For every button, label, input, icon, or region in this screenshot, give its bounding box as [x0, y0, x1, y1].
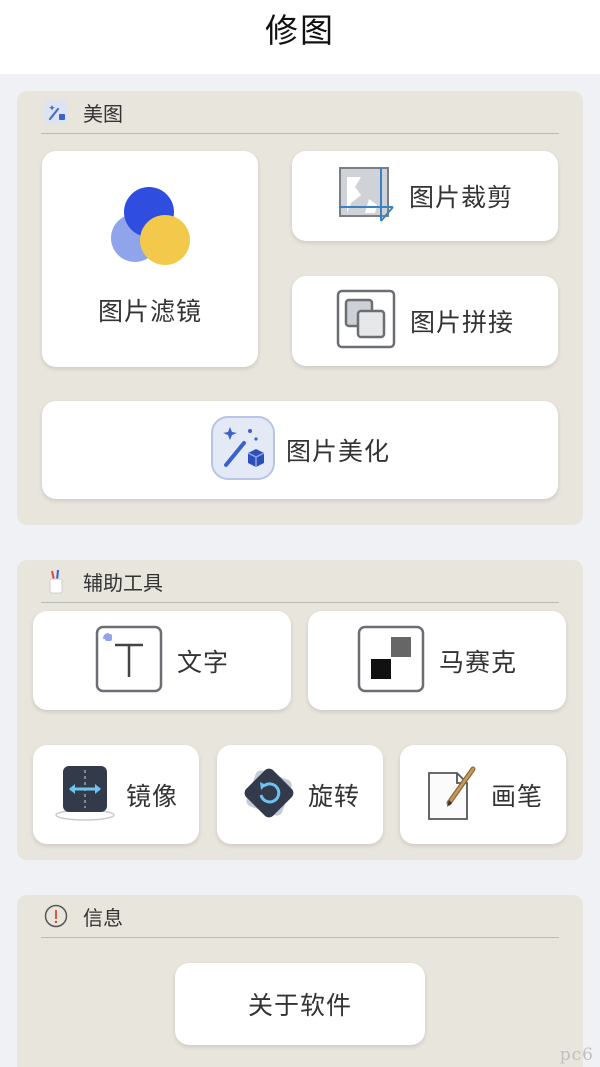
mosaic-tool-button[interactable]: 马赛克: [308, 611, 566, 710]
magic-wand-icon: [43, 99, 69, 125]
info-icon: [43, 903, 69, 929]
image-splice-label: 图片拼接: [409, 308, 514, 337]
title-bar: 修图: [0, 0, 600, 74]
tools-section-header: 辅助工具: [41, 560, 559, 603]
image-enhance-button[interactable]: 图片美化: [42, 401, 558, 499]
about-software-label: 关于软件: [247, 991, 352, 1020]
image-splice-button[interactable]: 图片拼接: [292, 276, 558, 366]
brush-tool-button[interactable]: 画笔: [400, 745, 566, 844]
watermark-logo: pc6: [559, 1045, 594, 1065]
brush-tool-label: 画笔: [490, 781, 543, 811]
page-title: 修图: [265, 11, 335, 50]
beautify-section-title: 美图: [83, 101, 123, 126]
info-section-title: 信息: [83, 905, 123, 930]
pencil-cup-icon: [43, 568, 69, 594]
info-section: 信息 关于软件: [17, 895, 583, 1067]
rotate-tool-label: 旋转: [307, 781, 360, 811]
mirror-tool-label: 镜像: [125, 781, 178, 811]
mirror-icon: [54, 763, 116, 827]
mirror-tool-button[interactable]: 镜像: [33, 745, 199, 844]
image-filter-button[interactable]: 图片滤镜: [42, 151, 258, 367]
filter-circles-icon: [105, 186, 195, 272]
text-t-icon: [95, 625, 163, 697]
tools-section: 辅助工具 文字 马赛克 镜像 旋转 画笔: [17, 560, 583, 860]
info-section-header: 信息: [41, 895, 559, 938]
tools-section-title: 辅助工具: [83, 570, 163, 595]
image-enhance-label: 图片美化: [285, 437, 390, 466]
image-crop-button[interactable]: 图片裁剪: [292, 151, 558, 241]
rotate-icon: [240, 764, 298, 826]
beautify-section: 美图 图片滤镜 图片裁剪 图片拼接 图片美化: [17, 91, 583, 525]
rotate-tool-button[interactable]: 旋转: [217, 745, 383, 844]
magic-wand-cube-icon: [210, 415, 276, 485]
text-tool-button[interactable]: 文字: [33, 611, 291, 710]
text-tool-label: 文字: [176, 647, 229, 677]
splice-icon: [336, 289, 396, 353]
image-filter-label: 图片滤镜: [97, 297, 202, 326]
beautify-section-header: 美图: [41, 91, 559, 134]
mosaic-tool-label: 马赛克: [438, 647, 517, 677]
image-crop-label: 图片裁剪: [408, 183, 513, 212]
crop-icon: [337, 165, 395, 227]
about-software-button[interactable]: 关于软件: [175, 963, 425, 1045]
paper-pen-icon: [423, 763, 481, 827]
mosaic-icon: [357, 625, 425, 697]
